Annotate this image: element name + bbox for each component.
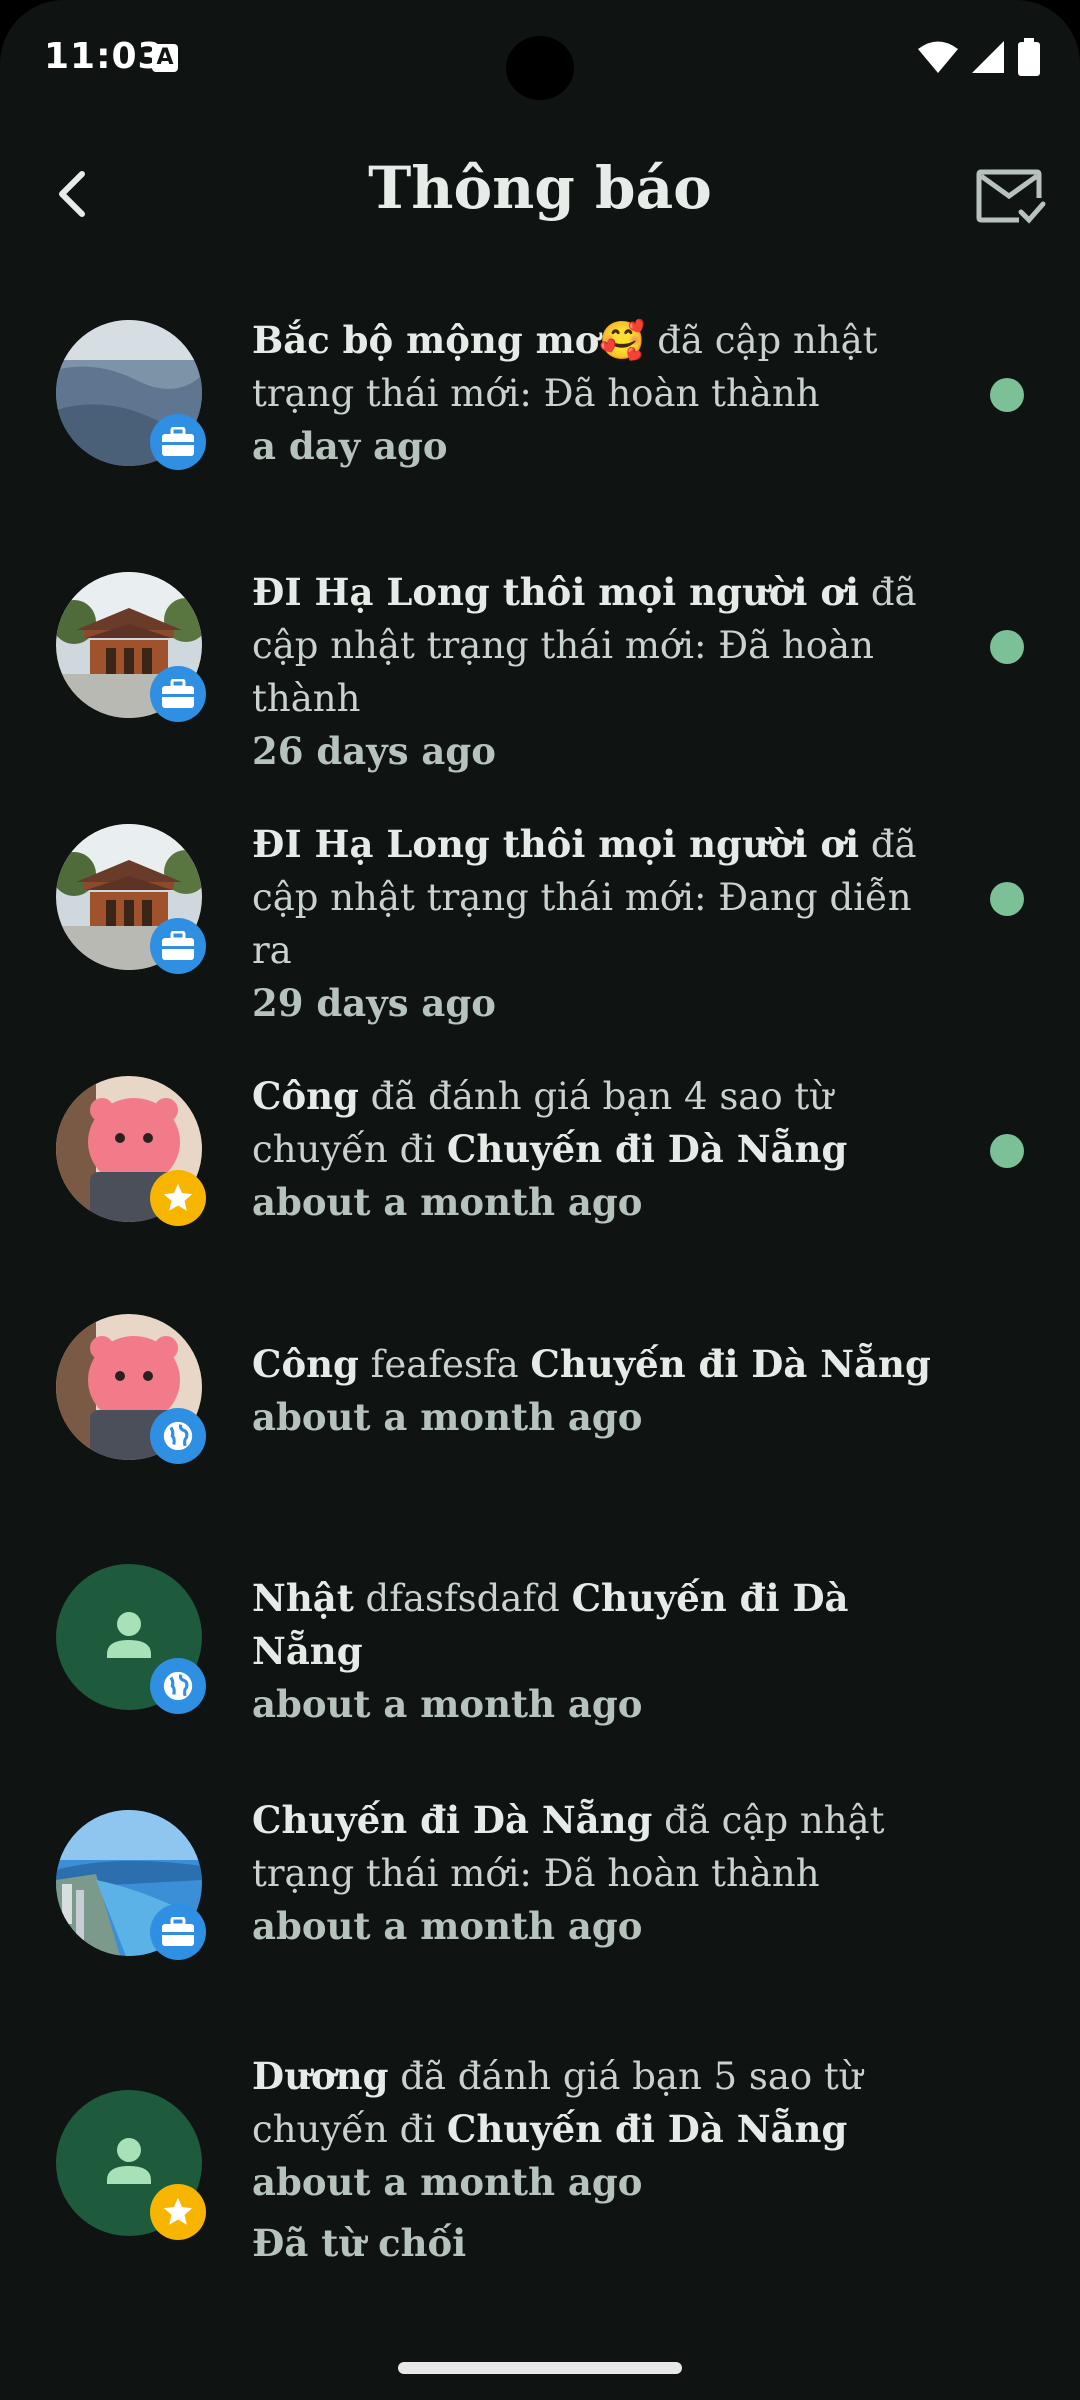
trip-badge xyxy=(150,918,206,974)
notification-text: ĐI Hạ Long thôi mọi người ơi đã cập nhật… xyxy=(252,566,952,778)
battery-icon xyxy=(1018,38,1040,76)
notification-subject: Dương xyxy=(252,2054,389,2098)
avatar xyxy=(56,1810,206,1960)
globe-icon xyxy=(163,1671,193,1701)
mail-check-icon xyxy=(976,169,1046,224)
notification-text: Chuyến đi Dà Nẵng đã cập nhật trạng thái… xyxy=(252,1794,952,1953)
briefcase-icon xyxy=(162,1917,194,1946)
notification-time: about a month ago xyxy=(252,2160,643,2204)
notification-text: ĐI Hạ Long thôi mọi người ơi đã cập nhật… xyxy=(252,818,952,1030)
wifi-icon xyxy=(917,41,958,73)
notification-subject: Công xyxy=(252,1074,359,1118)
notification-message: dfasfsdafd xyxy=(353,1577,572,1620)
notification-trip-name: Chuyến đi Dà Nẵng xyxy=(446,2107,848,2151)
unread-dot xyxy=(990,378,1024,412)
avatar xyxy=(56,1314,206,1464)
notification-text: Nhật dfasfsdafd Chuyến đi Dà Nẵng about … xyxy=(252,1572,952,1731)
briefcase-icon xyxy=(162,679,194,708)
briefcase-icon xyxy=(162,427,194,456)
rating-badge xyxy=(150,2184,206,2240)
accessibility-icon: A xyxy=(152,44,178,72)
briefcase-icon xyxy=(162,931,194,960)
notification-subject: ĐI Hạ Long thôi mọi người ơi xyxy=(252,570,860,614)
unread-dot xyxy=(990,630,1024,664)
notification-subject: Nhật xyxy=(252,1576,354,1620)
post-badge xyxy=(150,1408,206,1464)
avatar xyxy=(56,2090,206,2240)
status-bar: 11:03 A xyxy=(0,0,1080,120)
home-indicator[interactable] xyxy=(398,2362,682,2374)
app-bar: Thông báo xyxy=(0,140,1080,250)
notification-item[interactable]: Bắc bộ mộng mơ🥰 đã cập nhật trạng thái m… xyxy=(0,290,1080,520)
notifications-screen: 11:03 A Thông báo Bắc bộ mộng mơ🥰 đã cập… xyxy=(0,0,1080,2400)
trip-badge xyxy=(150,1904,206,1960)
unread-dot xyxy=(990,882,1024,916)
notification-time: about a month ago xyxy=(252,1395,643,1439)
notification-time: about a month ago xyxy=(252,1904,643,1948)
notification-text: Dương đã đánh giá bạn 5 sao từ chuyến đi… xyxy=(252,2050,952,2270)
avatar xyxy=(56,320,206,470)
notification-time: 26 days ago xyxy=(252,729,496,773)
status-time: 11:03 xyxy=(44,36,164,77)
mark-all-read-button[interactable] xyxy=(966,158,1056,234)
trip-badge xyxy=(150,414,206,470)
trip-badge xyxy=(150,666,206,722)
star-icon xyxy=(163,1183,193,1211)
notification-subject: ĐI Hạ Long thôi mọi người ơi xyxy=(252,822,860,866)
page-title: Thông báo xyxy=(368,154,712,222)
avatar xyxy=(56,572,206,722)
notification-text: Bắc bộ mộng mơ🥰 đã cập nhật trạng thái m… xyxy=(252,314,952,473)
rating-badge xyxy=(150,1170,206,1226)
notification-trip-name: Chuyến đi Dà Nẵng xyxy=(530,1342,931,1386)
notification-time: a day ago xyxy=(252,424,448,468)
camera-cutout xyxy=(506,36,574,100)
notification-item[interactable]: ĐI Hạ Long thôi mọi người ơi đã cập nhật… xyxy=(0,542,1080,773)
notification-text: Công đã đánh giá bạn 4 sao từ chuyến đi … xyxy=(252,1070,952,1229)
notification-item[interactable]: Công feafesfa Chuyến đi Dà Nẵng about a … xyxy=(0,1298,1080,1528)
unread-dot xyxy=(990,1134,1024,1168)
notification-time: about a month ago xyxy=(252,1180,643,1224)
notification-message: feafesfa xyxy=(358,1343,531,1386)
star-icon xyxy=(163,2197,193,2225)
notification-item[interactable]: Công đã đánh giá bạn 4 sao từ chuyến đi … xyxy=(0,1046,1080,1276)
avatar xyxy=(56,824,206,974)
notification-time: about a month ago xyxy=(252,1682,643,1726)
avatar xyxy=(56,1564,206,1714)
notification-item[interactable]: Dương đã đánh giá bạn 5 sao từ chuyến đi… xyxy=(0,2042,1080,2342)
notification-time: 29 days ago xyxy=(252,981,496,1025)
notification-text: Công feafesfa Chuyến đi Dà Nẵng about a … xyxy=(252,1338,952,1444)
notification-subject: Công xyxy=(252,1342,359,1386)
avatar xyxy=(56,1076,206,1226)
notification-status: Đã từ chối xyxy=(252,2221,467,2265)
notification-subject: Bắc bộ mộng mơ🥰 xyxy=(252,318,646,362)
notification-item[interactable]: Nhật dfasfsdafd Chuyến đi Dà Nẵng about … xyxy=(0,1540,1080,1770)
notification-item[interactable]: Chuyến đi Dà Nẵng đã cập nhật trạng thái… xyxy=(0,1790,1080,2030)
notification-item[interactable]: ĐI Hạ Long thôi mọi người ơi đã cập nhật… xyxy=(0,794,1080,1025)
signal-icon xyxy=(971,41,1004,73)
globe-icon xyxy=(163,1421,193,1451)
status-icons xyxy=(910,38,1040,78)
post-badge xyxy=(150,1658,206,1714)
notification-subject: Chuyến đi Dà Nẵng xyxy=(252,1798,653,1842)
notification-trip-name: Chuyến đi Dà Nẵng xyxy=(446,1127,848,1171)
